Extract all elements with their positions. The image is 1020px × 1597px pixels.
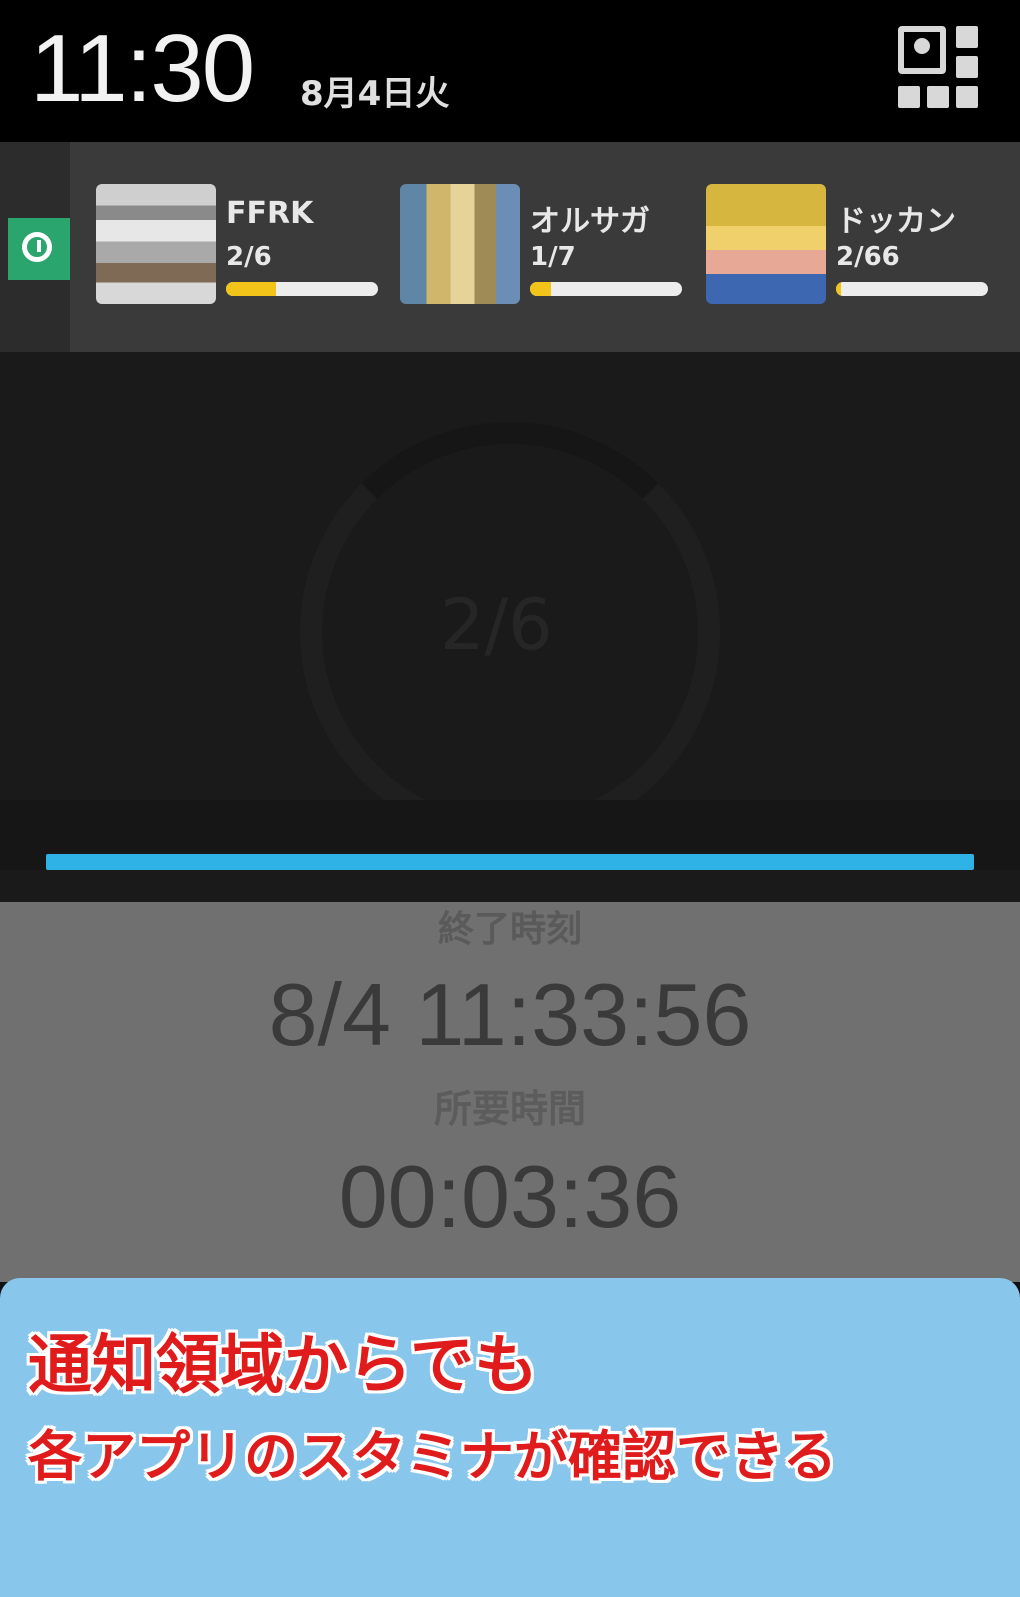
stamina-notification[interactable]: FFRK 2/6 オルサガ 1/7 ドッカン 2/66: [0, 142, 1020, 352]
alarm-clock-icon: [8, 218, 70, 280]
timer-details: 終了時刻 8/4 11:33:56 所要時間 00:03:36: [0, 902, 1020, 1282]
app-name: FFRK: [226, 196, 314, 231]
end-time-label: 終了時刻: [437, 909, 582, 950]
ring-center-count: 2/6: [440, 584, 553, 666]
promo-caption: 通知領域からでも 各アプリのスタミナが確認できる: [0, 1278, 1020, 1597]
end-time-value: 8/4 11:33:56: [268, 965, 752, 1064]
app-stamina-count: 1/7: [530, 242, 576, 272]
caption-line-2: 各アプリのスタミナが確認できる: [28, 1425, 837, 1488]
progress-bar: [46, 854, 974, 870]
ffrk-app-icon: [96, 184, 216, 304]
caption-line-1: 通知領域からでも: [28, 1329, 539, 1403]
duration-value: 00:03:36: [338, 1147, 682, 1246]
app-name: オルサガ: [530, 204, 650, 239]
stamina-bar: [836, 282, 988, 296]
app-entry-ffrk[interactable]: FFRK 2/6: [96, 184, 386, 310]
duration-label: 所要時間: [433, 1087, 586, 1131]
stamina-bar-fill: [226, 282, 277, 296]
status-date: 8月4日火: [300, 74, 450, 114]
app-name: ドッカン: [836, 204, 956, 239]
dokkan-app-icon: [706, 184, 826, 304]
stamina-bar-fill: [530, 282, 552, 296]
quick-settings-icon[interactable]: [898, 26, 980, 108]
stamina-bar-fill: [836, 282, 841, 296]
notification-side-strip: [0, 142, 70, 352]
app-entry-dokkan[interactable]: ドッカン 2/66: [706, 184, 996, 310]
stamina-bar: [226, 282, 378, 296]
stamina-bar: [530, 282, 682, 296]
background-app-dimmed: 2/6: [0, 352, 1020, 902]
app-stamina-count: 2/6: [226, 242, 272, 272]
app-entry-orusaga[interactable]: オルサガ 1/7: [400, 184, 690, 310]
app-stamina-count: 2/66: [836, 242, 900, 272]
status-time: 11:30: [30, 15, 255, 122]
status-bar: 11:30 8月4日火: [0, 0, 1020, 142]
orusaga-app-icon: [400, 184, 520, 304]
